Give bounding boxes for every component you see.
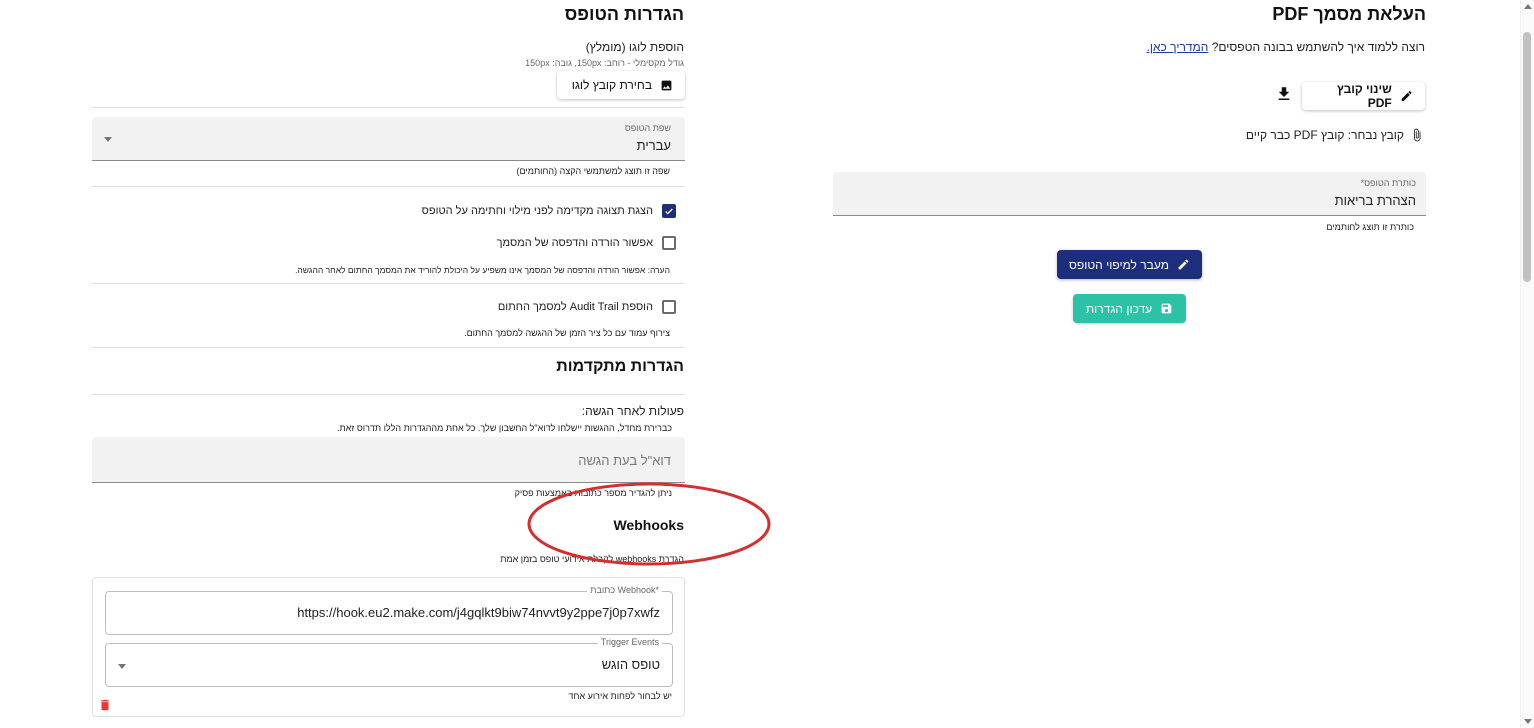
selected-file-text: קובץ נבחר: קובץ PDF כבר קיים [1245, 128, 1404, 142]
change-file-button[interactable]: שינוי קובץ PDF [1302, 82, 1425, 110]
post-submit-hint: כברירת מחדל, ההגשות יישלחו לדוא"ל החשבון… [337, 423, 672, 433]
trigger-events-label: Trigger Events [597, 637, 662, 647]
dropdown-caret-icon [104, 137, 112, 142]
webhook-url-value: https://hook.eu2.make.com/j4gqlkt9biw74n… [297, 605, 660, 620]
form-mapping-label: מעבר למיפוי הטופס [1069, 257, 1169, 272]
choose-logo-label: בחירת קובץ לוגו [571, 78, 652, 92]
form-mapping-button[interactable]: מעבר למיפוי הטופס [1057, 250, 1202, 279]
download-icon [1278, 87, 1290, 100]
selected-file-row: קובץ נבחר: קובץ PDF כבר קיים [1246, 127, 1424, 143]
dropdown-caret-icon [118, 664, 126, 669]
choose-logo-button[interactable]: בחירת קובץ לוגו [557, 71, 685, 99]
form-title-value: הצהרת בריאות [1334, 193, 1416, 208]
annotation-circle [527, 482, 771, 566]
download-checkbox[interactable] [662, 236, 676, 250]
submit-email-placeholder: דוא"ל בעת הגשה [578, 453, 671, 468]
webhook-card: כתובת Webhook* https://hook.eu2.make.com… [92, 577, 685, 717]
trigger-events-helper: יש לבחור לפחות אירוע אחד [568, 691, 672, 701]
language-helper: שפה זו תוצג למשתמשי הקצה (החותמים) [516, 166, 671, 176]
divider [92, 394, 685, 395]
divider [92, 283, 685, 284]
trash-icon [100, 699, 110, 711]
audit-trail-label: הוספת Audit Trail למסמך החתום [497, 301, 653, 313]
form-title-helper: כותרת זו תוצג לחותמים [1326, 222, 1414, 232]
audit-trail-checkbox[interactable] [662, 300, 676, 314]
update-settings-button[interactable]: עדכון הגדרות [1073, 294, 1186, 323]
checkmark-icon [665, 208, 673, 214]
scroll-down-arrow-icon[interactable] [1524, 719, 1532, 724]
divider [92, 186, 685, 187]
delete-webhook-button[interactable] [98, 697, 112, 718]
trigger-events-value: טופס הוגש [601, 657, 660, 672]
pencil-icon [1401, 91, 1412, 101]
pencil-icon [1178, 259, 1189, 270]
scrollbar-thumb[interactable] [1523, 32, 1531, 282]
language-label: שפת הטופס [624, 123, 671, 133]
paperclip-icon [1414, 128, 1421, 142]
guide-prefix: רוצה ללמוד איך להשתמש בבונה הטפסים? [1211, 40, 1425, 54]
divider [92, 347, 685, 348]
preview-checkbox[interactable] [662, 204, 676, 218]
submit-email-field[interactable]: דוא"ל בעת הגשה [92, 437, 685, 483]
scroll-up-arrow-icon[interactable] [1524, 4, 1532, 9]
form-title-field[interactable]: כותרת הטופס* הצהרת בריאות [833, 172, 1426, 216]
language-value: עברית [636, 138, 671, 153]
download-label: אפשור הורדה והדפסה של המסמך [496, 237, 653, 249]
form-title-label: כותרת הטופס* [1360, 178, 1416, 188]
advanced-title: הגדרות מתקדמות [556, 358, 684, 375]
logo-label: הוספת לוגו (מומלץ) [585, 40, 684, 54]
guide-link[interactable]: המדריך כאן. [1147, 40, 1209, 54]
guide-text: רוצה ללמוד איך להשתמש בבונה הטפסים? המדר… [1147, 40, 1425, 54]
webhook-url-field[interactable]: כתובת Webhook* https://hook.eu2.make.com… [105, 585, 673, 635]
logo-size-hint: גודל מקסימלי - רוחב: 150px, גובה: 150px [525, 58, 684, 68]
update-settings-label: עדכון הגדרות [1085, 301, 1153, 316]
audit-trail-helper: צירוף עמוד עם כל ציר הזמן של ההגשה למסמך… [464, 328, 670, 338]
upload-title: העלאת מסמך PDF [1272, 4, 1426, 24]
download-button[interactable] [1275, 85, 1293, 108]
image-icon [661, 80, 672, 90]
download-note: הערה: אפשור הורדה והדפסה של המסמך אינו מ… [295, 265, 670, 275]
divider [92, 107, 685, 108]
preview-label: הצגת תצוגה מקדימה לפני מילוי וחתימה על ה… [421, 205, 653, 217]
webhook-url-label: כתובת Webhook* [587, 585, 662, 595]
scrollbar[interactable] [1520, 0, 1534, 728]
trigger-events-select[interactable]: Trigger Events טופס הוגש [105, 637, 673, 687]
language-select[interactable]: שפת הטופס עברית [92, 117, 685, 161]
change-file-label: שינוי קובץ PDF [1336, 82, 1392, 110]
settings-title: הגדרות הטופס [564, 4, 684, 24]
post-submit-label: פעולות לאחר הגשה: [581, 404, 684, 418]
save-icon [1161, 303, 1172, 314]
